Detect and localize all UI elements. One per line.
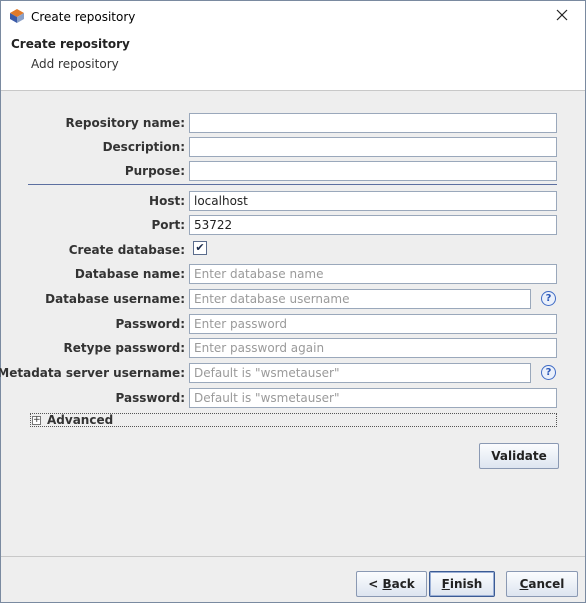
repository-name-input[interactable] (189, 113, 557, 133)
finish-button-label: inish (449, 577, 483, 591)
port-input[interactable] (189, 215, 557, 235)
back-button-mnemonic: B (382, 577, 392, 591)
wizard-header: Create repository Add repository (1, 32, 585, 91)
repository-name-label: Repository name: (65, 116, 185, 130)
metadata-password-label: Password: (115, 391, 186, 405)
advanced-label: Advanced (47, 413, 114, 427)
purpose-label: Purpose: (124, 164, 185, 178)
back-button-label: ack (391, 577, 415, 591)
checkmark-icon: ✔ (195, 241, 205, 254)
close-icon (556, 9, 568, 24)
description-label: Description: (102, 140, 185, 154)
form-area: Repository name: Description: Purpose: H… (0, 92, 585, 556)
wizard-title: Create repository (11, 37, 130, 51)
wizard-footer: < Back Finish Cancel (1, 556, 585, 602)
help-icon[interactable]: ? (541, 365, 556, 380)
window-title: Create repository (31, 10, 136, 24)
database-username-label: Database username: (45, 292, 185, 306)
back-button-prefix: < (368, 577, 383, 591)
database-name-label: Database name: (74, 267, 185, 281)
retype-password-label: Retype password: (63, 341, 185, 355)
finish-button[interactable]: Finish (429, 571, 495, 597)
create-database-checkbox[interactable]: ✔ (193, 241, 207, 255)
app-logo-icon (9, 8, 25, 24)
password-input[interactable] (189, 314, 557, 334)
close-button[interactable] (539, 1, 585, 32)
host-label: Host: (149, 194, 185, 208)
validate-button[interactable]: Validate (479, 443, 559, 469)
retype-password-input[interactable] (189, 338, 557, 358)
cancel-button-label: ancel (528, 577, 565, 591)
create-database-label: Create database: (68, 243, 185, 257)
section-separator (28, 184, 557, 185)
advanced-section-toggle[interactable]: + Advanced (30, 413, 557, 427)
host-input[interactable] (189, 191, 557, 211)
description-input[interactable] (189, 137, 557, 157)
database-name-input[interactable] (189, 264, 557, 284)
expand-icon: + (32, 415, 41, 425)
wizard-subtitle: Add repository (31, 57, 119, 71)
database-username-input[interactable] (189, 289, 531, 309)
metadata-password-input[interactable] (189, 388, 557, 408)
finish-button-mnemonic: F (441, 577, 450, 591)
title-bar: Create repository (1, 1, 585, 32)
password-label: Password: (115, 317, 186, 331)
cancel-button[interactable]: Cancel (506, 571, 578, 597)
back-button[interactable]: < Back (356, 571, 427, 597)
help-icon[interactable]: ? (541, 291, 556, 306)
metadata-username-input[interactable] (189, 363, 531, 383)
purpose-input[interactable] (189, 161, 557, 181)
create-repository-dialog: Create repository Create repository Add … (0, 0, 586, 603)
port-label: Port: (151, 218, 186, 232)
metadata-username-label: Metadata server username: (0, 366, 185, 380)
